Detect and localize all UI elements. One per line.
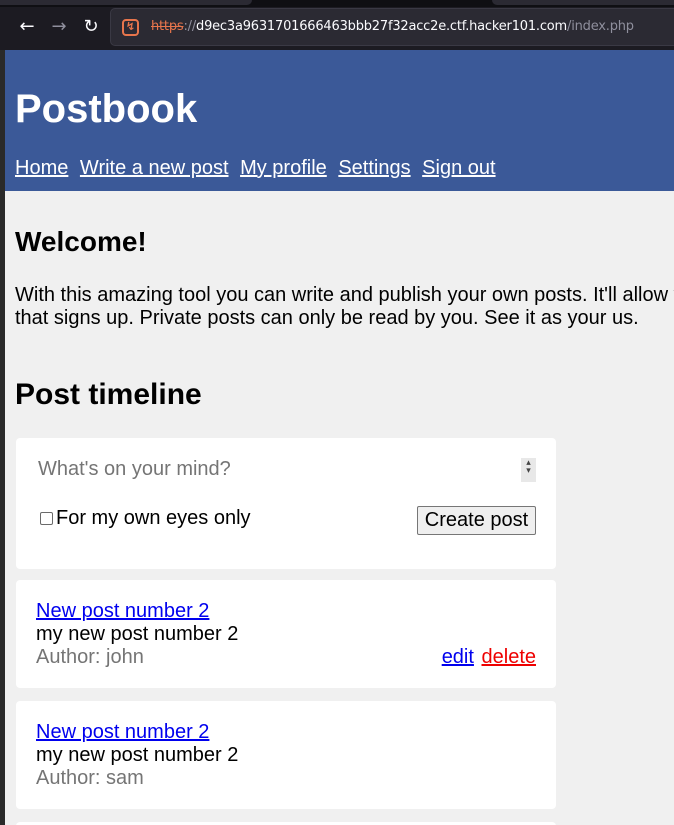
post-actions: edit delete (442, 646, 536, 669)
private-checkbox[interactable] (40, 512, 53, 525)
page-content: Postbook Home Write a new post My profil… (0, 50, 674, 825)
url-path: /index.php (567, 19, 634, 34)
nav-my-profile-link[interactable]: My profile (240, 157, 327, 179)
address-bar[interactable]: ↯ https://d9ec3a9631701666463bbb27f32acc… (110, 8, 674, 46)
post-card: New post number 2 my new post number 2 A… (16, 701, 556, 809)
site-brand: Postbook (15, 87, 198, 131)
back-arrow-icon[interactable]: ← (16, 16, 38, 38)
post-body: my new post number 2 (36, 623, 239, 645)
nav-sign-out-link[interactable]: Sign out (422, 157, 495, 179)
post-author: Author: john (36, 646, 144, 668)
url-scheme: https (151, 19, 184, 34)
insecure-connection-icon[interactable]: ↯ (122, 19, 139, 36)
private-label: For my own eyes only (56, 507, 251, 529)
intro-text: With this amazing tool you can write and… (15, 284, 674, 329)
tab-other[interactable] (492, 0, 674, 5)
welcome-heading: Welcome! (15, 226, 147, 257)
tab-active[interactable] (0, 0, 252, 5)
reload-icon[interactable]: ↻ (80, 16, 102, 38)
tab-strip (0, 0, 674, 7)
nav-settings-link[interactable]: Settings (338, 157, 410, 179)
forward-arrow-icon[interactable]: → (48, 16, 70, 38)
nav-home-link[interactable]: Home (15, 157, 68, 179)
timeline-heading: Post timeline (15, 378, 202, 411)
browser-toolbar: ← → ↻ ↯ https://d9ec3a9631701666463bbb27… (0, 0, 674, 50)
post-title-link[interactable]: New post number 2 (36, 721, 209, 744)
create-post-button[interactable]: Create post (417, 506, 536, 535)
nav-write-post-link[interactable]: Write a new post (80, 157, 229, 179)
site-header: Postbook Home Write a new post My profil… (5, 50, 674, 191)
delete-post-link[interactable]: delete (482, 646, 537, 668)
post-card: New post number 2 my new post number 2 A… (16, 580, 556, 688)
textarea-resize-handle-icon[interactable]: ▴ ▾ (521, 458, 536, 482)
url-text[interactable]: https://d9ec3a9631701666463bbb27f32acc2e… (151, 19, 634, 34)
post-body: my new post number 2 (36, 744, 239, 766)
url-separator: :// (183, 19, 197, 34)
post-author: Author: sam (36, 767, 144, 789)
main-nav: Home Write a new post My profile Setting… (15, 157, 502, 180)
url-host: d9ec3a9631701666463bbb27f32acc2e.ctf.hac… (196, 19, 568, 34)
post-title-link[interactable]: New post number 2 (36, 600, 209, 623)
edit-post-link[interactable]: edit (442, 646, 474, 668)
post-input[interactable] (38, 458, 536, 486)
compose-card: ▴▾ For my own eyes only Create post (16, 438, 556, 569)
